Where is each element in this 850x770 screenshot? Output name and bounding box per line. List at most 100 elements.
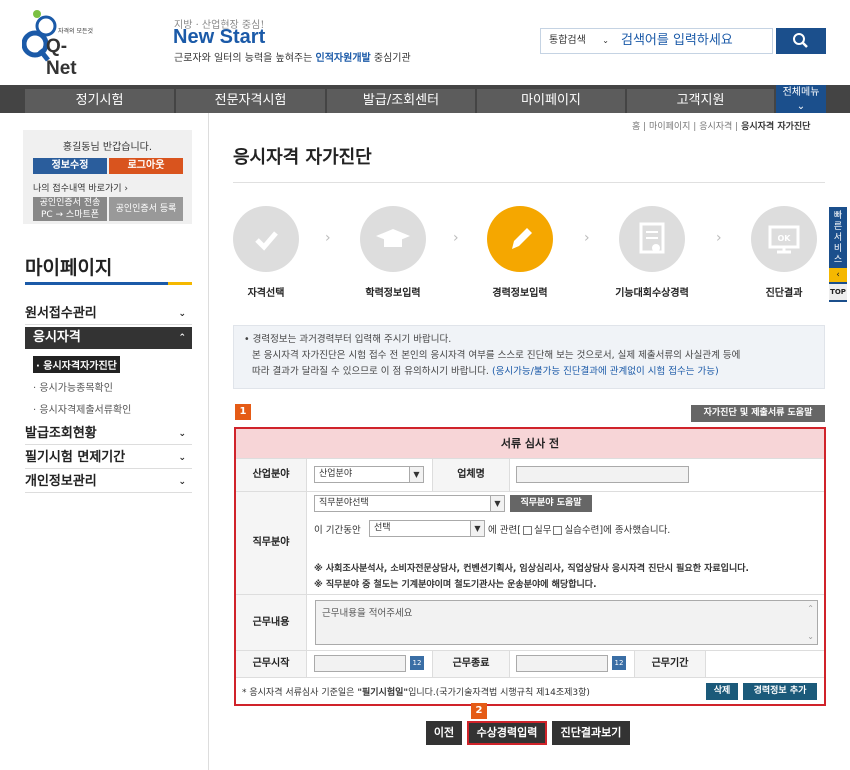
industry-select[interactable]: 산업분야 ▼: [314, 466, 424, 483]
footnote-c: 입니다.(국가기술자격법 시행규칙 제14조제3항): [408, 688, 590, 698]
row-divider: [236, 677, 824, 678]
nav-issuance-center[interactable]: 발급/조회센터: [327, 89, 475, 113]
cert-transfer-label-2: PC → 스마트폰: [40, 210, 100, 220]
sidebar-item-label: 응시자격: [33, 330, 81, 345]
calendar-icon[interactable]: 12: [612, 656, 626, 670]
step-arrow-icon: ›: [716, 230, 722, 246]
monitor-ok-icon: OK: [768, 225, 800, 254]
scroll-down-icon[interactable]: ⌄: [807, 632, 814, 641]
step-arrow-icon: ›: [453, 230, 459, 246]
job-field-help-button[interactable]: 직무분야 도움말: [510, 495, 592, 512]
top-button[interactable]: TOP: [829, 284, 847, 300]
sidebar-item-issuance[interactable]: 발급조회현황 ⌄: [25, 423, 192, 445]
start-date-input[interactable]: [314, 655, 406, 672]
row-divider: [236, 594, 824, 595]
nav-mypage[interactable]: 마이페이지: [477, 89, 625, 113]
cert-transfer-label-1: 공인인증서 전송: [39, 198, 101, 208]
step-label: 기능대회수상경력: [615, 288, 689, 299]
pencil-icon: [512, 228, 532, 249]
training-checkbox[interactable]: [553, 526, 563, 535]
qnet-logo[interactable]: 자격의 모든것 Q-Net: [21, 6, 93, 79]
submenu-eligible-items[interactable]: · 응시가능종목확인: [33, 379, 113, 394]
sidebar-title: 마이페이지: [25, 257, 113, 279]
slogan-sub: 근로자와 일터의 능력을 높혀주는 인적자원개발 중심기관: [174, 49, 411, 64]
nav-professional-exam[interactable]: 전문자격시험: [176, 89, 325, 113]
step-1-circle: [233, 206, 299, 272]
col-divider: [306, 595, 307, 650]
submenu-self-diagnosis[interactable]: · 응시자격자가진단: [33, 356, 120, 373]
col-divider: [509, 459, 510, 491]
submenu-label: 응시가능종목확인: [39, 383, 113, 394]
step-label: 경력정보입력: [492, 288, 548, 299]
logout-button[interactable]: 로그아웃: [109, 158, 183, 174]
nav-support[interactable]: 고객지원: [627, 89, 774, 113]
chevron-left-icon[interactable]: ‹: [829, 268, 847, 282]
title-underline-accent: [168, 282, 192, 285]
sidebar-item-personal-info[interactable]: 개인정보관리 ⌄: [25, 471, 192, 493]
cert-register-button[interactable]: 공인인증서 등록: [109, 197, 183, 221]
sidebar-item-label: 필기시험 면제기간: [25, 450, 126, 465]
footnote: * 응시자격 서류심사 기준일은 "필기시험일"입니다.(국가기술자격법 시행규…: [242, 685, 590, 698]
annotation-badge: 1: [235, 404, 251, 420]
sidebar-item-label: 개인정보관리: [25, 474, 97, 489]
cert-transfer-button[interactable]: 공인인증서 전송 PC → 스마트폰: [33, 197, 107, 221]
all-menu-button[interactable]: 전체메뉴 ⌄: [776, 85, 826, 113]
edit-info-button[interactable]: 정보수정: [33, 158, 107, 174]
training-label: 실습수련: [564, 525, 600, 536]
sidebar-item-application[interactable]: 원서접수관리 ⌄: [25, 303, 192, 325]
slogan-sub-b: 인적자원개발: [315, 53, 371, 64]
chevron-up-icon: ⌃: [178, 333, 186, 343]
period-suffix: ]에 종사했습니다.: [599, 525, 671, 536]
breadcrumb-current: 응시자격 자가진단: [741, 122, 811, 132]
certificate-icon: [639, 222, 665, 254]
graduation-cap-icon: [376, 229, 410, 247]
row-divider: [236, 458, 824, 459]
period-select-value: 선택: [374, 523, 391, 533]
delete-button[interactable]: 삭제: [706, 683, 738, 700]
chevron-down-icon: ⌄: [602, 36, 609, 45]
industry-select-value: 산업분야: [319, 469, 353, 479]
company-input[interactable]: [516, 466, 689, 483]
work-content-textarea[interactable]: 근무내용을 적어주세요 ⌃ ⌄: [315, 600, 818, 645]
footnote-a: * 응시자격 서류심사 기준일은: [242, 688, 358, 698]
diagnosis-result-button[interactable]: 진단결과보기: [552, 721, 630, 745]
step-arrow-icon: ›: [584, 230, 590, 246]
award-career-button[interactable]: 수상경력입력: [467, 721, 547, 745]
footnote-b: "필기시험일": [357, 688, 409, 698]
title-divider: [233, 182, 825, 183]
prev-button[interactable]: 이전: [426, 721, 462, 745]
add-career-button[interactable]: 경력정보 추가: [743, 683, 817, 700]
search-button[interactable]: [776, 28, 826, 54]
all-menu-label: 전체메뉴: [782, 87, 820, 98]
col-divider: [306, 651, 307, 677]
sidebar-item-exemption[interactable]: 필기시험 면제기간 ⌄: [25, 447, 192, 469]
svg-text:OK: OK: [778, 234, 792, 243]
greeting-text: 홍길동님 반갑습니다.: [62, 142, 153, 153]
job-field-label: 직무분야: [236, 492, 306, 594]
logo-text: Q-Net: [46, 36, 77, 79]
career-form: 서류 심사 전 산업분야 산업분야 ▼ 업체명 직무분야 직무분야선택 ▼ 직무분야…: [234, 427, 826, 706]
slogan-sub-c: 중심기관: [370, 53, 411, 64]
my-receipt-link[interactable]: 나의 접수내역 바로가기 ›: [33, 181, 128, 194]
notice-box: • 경력정보는 과거경력부터 입력해 주시기 바랍니다. 본 응시자격 자가진단…: [233, 325, 825, 389]
col-divider: [509, 651, 510, 677]
job-field-select-value: 직무분야선택: [319, 498, 369, 508]
practice-checkbox[interactable]: [522, 526, 532, 535]
period-select[interactable]: 선택 ▼: [369, 520, 485, 537]
breadcrumb: 홈 | 마이페이지 | 응시자격 | 응시자격 자가진단: [632, 119, 810, 132]
end-date-label: 근무종료: [433, 651, 509, 677]
nav-regular-exam[interactable]: 정기시험: [25, 89, 174, 113]
main-nav: 정기시험 전문자격시험 발급/조회센터 마이페이지 고객지원: [0, 85, 850, 113]
slogan-main: New Start: [173, 26, 266, 48]
submenu-documents[interactable]: · 응시자격제출서류확인: [33, 401, 131, 416]
end-date-input[interactable]: [516, 655, 608, 672]
search-input[interactable]: 검색어를 입력하세요: [621, 29, 771, 53]
help-button[interactable]: 자가진단 및 제출서류 도움말: [691, 405, 825, 422]
search-scope-label: 통합검색: [549, 35, 586, 46]
search-scope-select[interactable]: 통합검색 ⌄: [541, 29, 617, 53]
scroll-up-icon[interactable]: ⌃: [807, 604, 814, 613]
job-field-select[interactable]: 직무분야선택 ▼: [314, 495, 505, 512]
sidebar-item-qualification[interactable]: 응시자격 ⌃: [25, 327, 192, 349]
calendar-icon[interactable]: 12: [410, 656, 424, 670]
period-related: 에 관련[: [488, 525, 521, 536]
